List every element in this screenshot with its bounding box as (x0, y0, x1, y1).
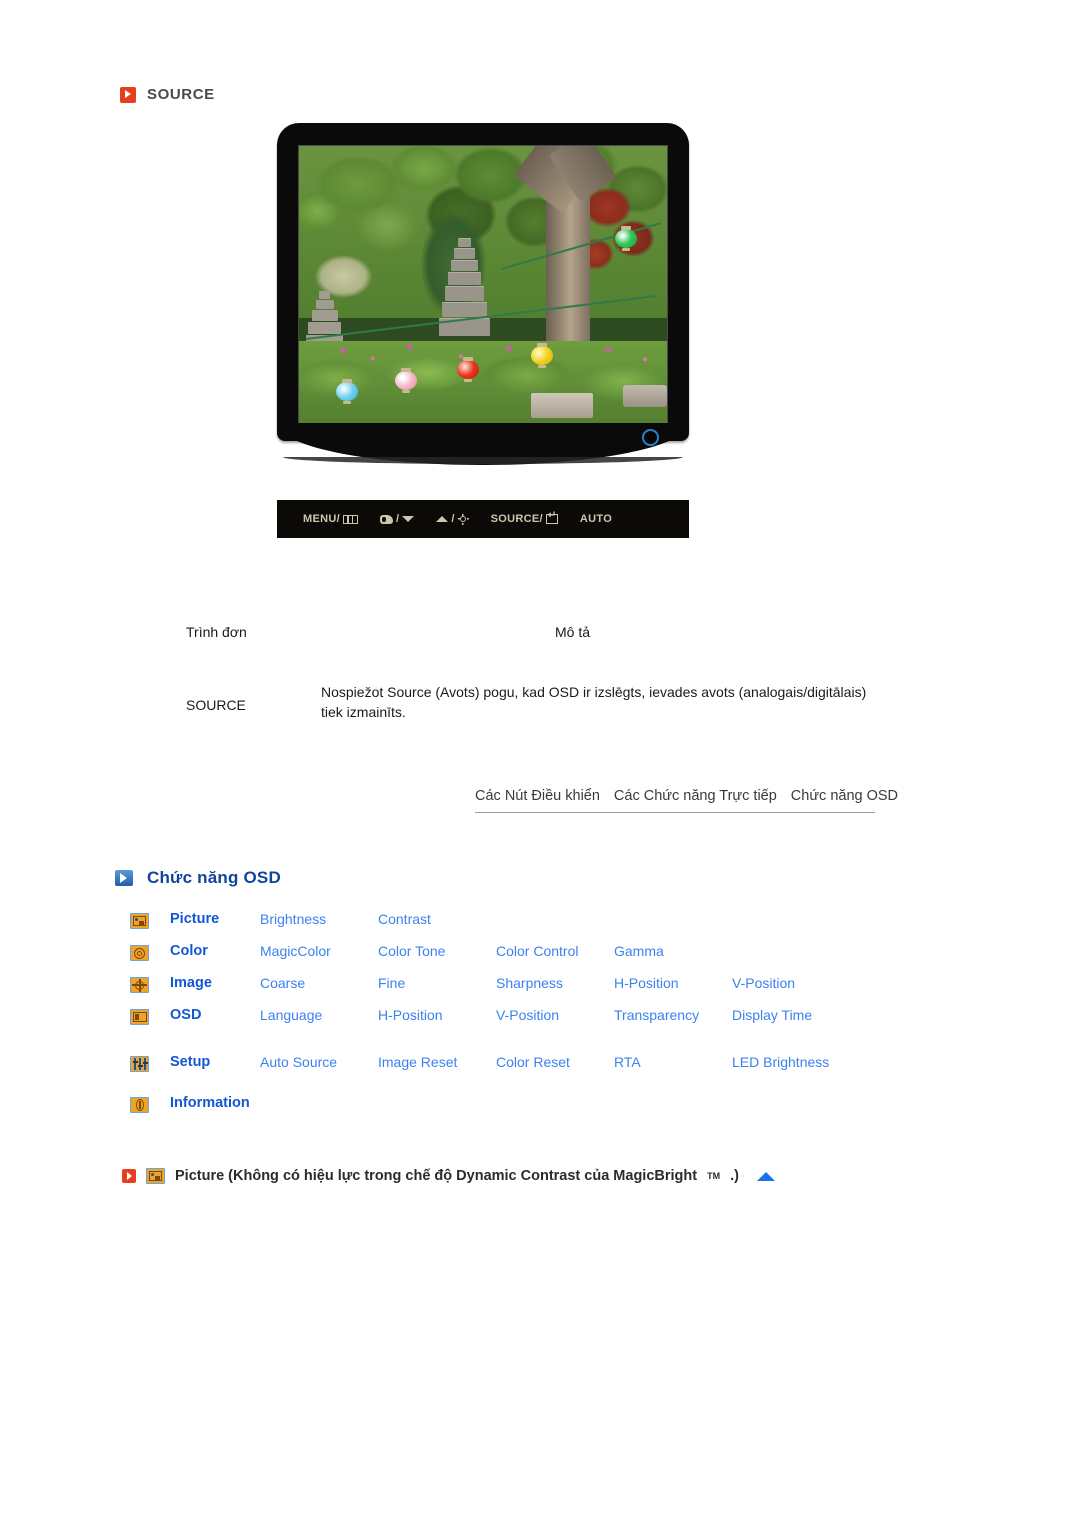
osd-item-color-control[interactable]: Color Control (496, 942, 614, 961)
table-header-row: Trình đơn Mô tả (186, 624, 886, 654)
osd-item-gamma[interactable]: Gamma (614, 942, 732, 961)
auto-button-label: AUTO (579, 513, 613, 525)
osd-item-magiccolor[interactable]: MagicColor (260, 942, 378, 961)
monitor-illustration: MENU/ / / SOURCE/ AUTO (277, 123, 689, 538)
osd-item-h-position[interactable]: H-Position (378, 1006, 496, 1025)
stone-slab (530, 393, 594, 419)
osd-icon-cell (130, 1094, 170, 1113)
description-table: Trình đơn Mô tả SOURCE Nospiežot Source … (186, 624, 886, 723)
osd-item-fine[interactable]: Fine (378, 974, 496, 993)
menu-button[interactable]: MENU/ (303, 513, 358, 525)
osd-item-led-brightness[interactable]: LED Brightness (732, 1054, 850, 1071)
separator-slash: / (451, 513, 455, 525)
lantern-pink (394, 368, 417, 394)
monitor-chin (277, 423, 689, 465)
bottom-note: Picture (Không có hiệu lực trong chế độ … (122, 1168, 775, 1184)
picture-icon (146, 1168, 165, 1184)
setup-icon (130, 1055, 149, 1072)
osd-row-color: Color MagicColor Color Tone Color Contro… (130, 942, 960, 974)
osd-row-information: Information (130, 1094, 960, 1126)
osd-category-image[interactable]: Image (170, 974, 260, 993)
brightness-up-button[interactable]: / (436, 513, 469, 525)
stone-slab-right (622, 385, 667, 408)
separator-slash: / (395, 513, 400, 525)
osd-row-image: Image Coarse Fine Sharpness H-Position V… (130, 974, 960, 1006)
osd-item-auto-source[interactable]: Auto Source (260, 1053, 378, 1072)
table-row: SOURCE Nospiežot Source (Avots) pogu, ka… (186, 682, 886, 723)
breadcrumb: Các Nút Điều khiển Các Chức năng Trực ti… (475, 788, 898, 813)
auto-button[interactable]: AUTO (580, 513, 612, 525)
osd-section-heading: Chức năng OSD (115, 868, 281, 888)
osd-row-picture: Picture Brightness Contrast (130, 910, 960, 942)
osd-icon-cell (130, 1006, 170, 1025)
osd-row-setup: Setup Auto Source Image Reset Color Rese… (130, 1038, 960, 1086)
osd-item-display-time[interactable]: Display Time (732, 1006, 850, 1025)
source-button-label: SOURCE/ (490, 513, 543, 525)
osd-item-rta[interactable]: RTA (614, 1053, 732, 1072)
color-icon (130, 945, 149, 961)
osd-icon-cell (130, 974, 170, 993)
source-enter-button[interactable]: SOURCE/ (490, 510, 558, 525)
osd-item-brightness[interactable]: Brightness (260, 910, 378, 929)
column-header-menu: Trình đơn (186, 624, 247, 640)
up-arrow-icon (436, 516, 449, 522)
lantern-blue (335, 379, 358, 405)
information-icon (130, 1097, 149, 1113)
page-title: SOURCE (147, 86, 215, 103)
osd-category-information[interactable]: Information (170, 1094, 330, 1113)
magicbright-down-button[interactable]: / (379, 513, 415, 525)
column-header-description: Mô tả (555, 624, 591, 640)
osd-item-contrast[interactable]: Contrast (378, 910, 496, 929)
blue-up-triangle-icon[interactable] (756, 1171, 775, 1181)
osd-category-picture[interactable]: Picture (170, 910, 260, 929)
osd-icon-cell (130, 942, 170, 961)
image-icon (130, 977, 149, 993)
osd-item-v-position[interactable]: V-Position (496, 1006, 614, 1025)
menu-grid-icon (342, 514, 358, 524)
bottom-note-text-after: .) (730, 1168, 739, 1184)
osd-icon-cell (130, 910, 170, 929)
monitor-screen (298, 145, 668, 425)
bottom-note-text: Picture (Không có hiệu lực trong chế độ … (175, 1168, 698, 1184)
blue-play-marker-icon (115, 870, 133, 886)
nav-link-direct-functions[interactable]: Các Chức năng Trực tiếp (614, 788, 777, 804)
down-arrow-icon (402, 516, 415, 522)
osd-item-h-position[interactable]: H-Position (614, 974, 732, 993)
trademark-superscript: TM (707, 1171, 721, 1181)
osd-item-coarse[interactable]: Coarse (260, 974, 378, 993)
power-led-indicator (642, 429, 659, 446)
osd-section-title: Chức năng OSD (147, 868, 281, 887)
brightness-sun-icon (457, 513, 469, 525)
flower-bed (299, 335, 667, 374)
osd-category-osd[interactable]: OSD (170, 1006, 260, 1025)
menu-button-label: MENU/ (303, 513, 340, 525)
osd-item-sharpness[interactable]: Sharpness (496, 974, 614, 993)
osd-icon (130, 1009, 149, 1025)
enter-key-icon (545, 510, 558, 524)
lantern-yellow (530, 343, 553, 369)
source-section-heading: SOURCE (120, 86, 215, 103)
nav-link-control-buttons[interactable]: Các Nút Điều khiển (475, 788, 600, 804)
osd-item-color-tone[interactable]: Color Tone (378, 942, 496, 961)
osd-item-language[interactable]: Language (260, 1006, 378, 1025)
row-menu-name: SOURCE (186, 697, 246, 713)
osd-menu-grid: Picture Brightness Contrast Color MagicC… (130, 910, 960, 1126)
osd-item-color-reset[interactable]: Color Reset (496, 1053, 614, 1072)
osd-item-transparency[interactable]: Transparency (614, 1006, 732, 1025)
osd-category-setup[interactable]: Setup (170, 1053, 260, 1072)
nav-link-osd-functions[interactable]: Chức năng OSD (791, 788, 898, 804)
red-play-marker-icon (120, 86, 136, 103)
osd-row-osd: OSD Language H-Position V-Position Trans… (130, 1006, 960, 1038)
osd-icon-cell (130, 1053, 170, 1072)
osd-item-image-reset[interactable]: Image Reset (378, 1053, 496, 1072)
picture-icon (130, 913, 149, 929)
row-description: Nospiežot Source (Avots) pogu, kad OSD i… (321, 684, 867, 721)
osd-category-color[interactable]: Color (170, 942, 260, 961)
osd-item-v-position[interactable]: V-Position (732, 974, 850, 993)
garden-photo (299, 146, 667, 424)
monitor-button-bar: MENU/ / / SOURCE/ AUTO (277, 500, 689, 538)
monitor-body (277, 123, 689, 465)
red-play-marker-icon (122, 1169, 136, 1183)
magicbright-icon (379, 514, 393, 524)
